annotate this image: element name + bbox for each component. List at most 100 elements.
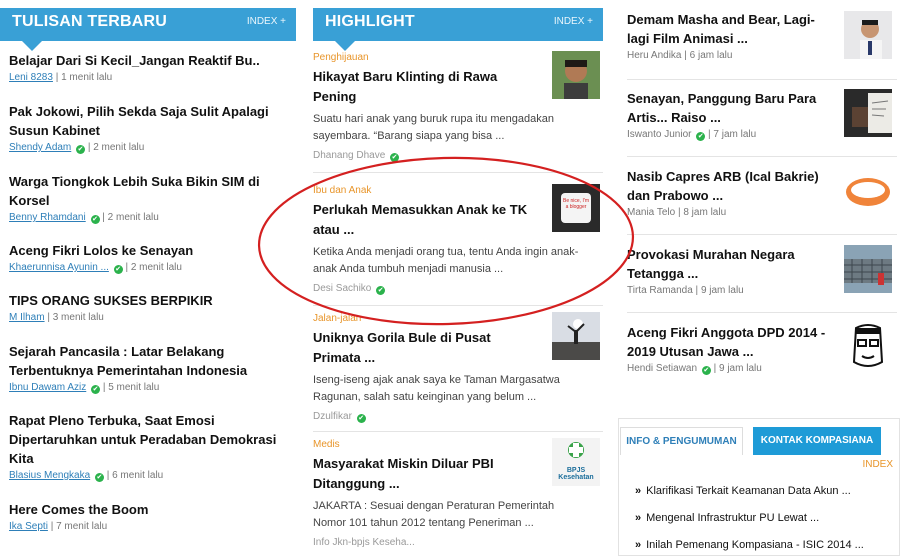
bullet-icon: » <box>635 485 642 497</box>
divider <box>627 156 897 157</box>
author-name[interactable]: Desi Sachiko <box>313 283 371 294</box>
author-link[interactable]: Blasius Mengkaka <box>9 470 90 481</box>
wristband-photo-thumbnail[interactable] <box>844 168 892 216</box>
author-name[interactable]: Hendi Setiawan <box>627 363 697 374</box>
post-title[interactable]: Aceng Fikri Lolos ke Senayan <box>9 241 294 260</box>
highlight-title-link[interactable]: Perlukah Memasukkan Anak ke TK atau ... <box>313 200 538 240</box>
sunset-photo-thumbnail[interactable] <box>552 312 600 360</box>
list-item[interactable]: TIPS ORANG SUKSES BERPIKIR M Ilham | 3 m… <box>9 291 294 325</box>
post-title[interactable]: Nasib Capres ARB (Ical Bakrie) dan Prabo… <box>627 167 837 205</box>
highlight-title-link[interactable]: Uniknya Gorila Bule di Pusat Primata ... <box>313 328 538 368</box>
post-time: 2 menit lalu <box>93 142 145 153</box>
list-item[interactable]: Warga Tiongkok Lebih Suka Bikin SIM di K… <box>9 172 294 225</box>
author-link[interactable]: Khaerunnisa Ayunin ... <box>9 262 109 273</box>
post-time: 5 menit lalu <box>108 382 160 393</box>
author-link[interactable]: Ibnu Dawam Aziz <box>9 382 86 393</box>
tab-kontak-kompasiana[interactable]: KONTAK KOMPASIANA <box>753 427 881 455</box>
post-time: 1 menit lalu <box>61 72 113 83</box>
post-title[interactable]: Aceng Fikri Anggota DPD 2014 - 2019 Utus… <box>627 323 837 361</box>
list-item[interactable]: Rapat Pleno Terbuka, Saat Emosi Dipertar… <box>9 411 294 483</box>
post-time: 9 jam lalu <box>718 363 762 374</box>
verified-icon: ✔ <box>376 286 386 295</box>
announcement-item[interactable]: » Inilah Pemenang Kompasiana - ISIC 2014 … <box>635 539 864 551</box>
author-name[interactable]: Dhanang Dhave <box>313 150 385 161</box>
post-time: 8 jam lalu <box>683 207 727 218</box>
latest-posts-header: TULISAN TERBARU INDEX + <box>0 8 296 51</box>
author-name[interactable]: Iswanto Junior <box>627 129 691 140</box>
highlight-header: HIGHLIGHT INDEX + <box>313 8 603 51</box>
building-photo-thumbnail[interactable] <box>844 245 892 293</box>
announcements-index-link[interactable]: INDEX <box>862 459 893 470</box>
bullet-icon: » <box>635 512 642 524</box>
divider <box>313 172 603 173</box>
post-title[interactable]: Pak Jokowi, Pilih Sekda Saja Sulit Apala… <box>9 102 294 140</box>
cartoon-face-thumbnail[interactable] <box>844 322 892 370</box>
announcement-link[interactable]: Inilah Pemenang Kompasiana - ISIC 2014 .… <box>646 539 864 551</box>
author-link[interactable]: Benny Rhamdani <box>9 212 86 223</box>
writing-photo-thumbnail[interactable] <box>844 89 892 137</box>
post-title[interactable]: TIPS ORANG SUKSES BERPIKIR <box>9 291 294 310</box>
post-title[interactable]: Here Comes the Boom <box>9 500 294 519</box>
author-name[interactable]: Info Jkn-bpjs Keseha... <box>313 537 415 548</box>
highlight-title-link[interactable]: Masyarakat Miskin Diluar PBI Ditanggung … <box>313 454 538 494</box>
divider <box>627 234 897 235</box>
post-title[interactable]: Provokasi Murahan Negara Tetangga ... <box>627 245 837 283</box>
author-name[interactable]: Tirta Ramanda <box>627 285 693 296</box>
post-time: 7 menit lalu <box>56 521 108 532</box>
post-time: 9 jam lalu <box>700 285 744 296</box>
verified-icon: ✔ <box>390 153 400 162</box>
info-tabs-box: INFO & PENGUMUMAN KONTAK KOMPASIANA INDE… <box>618 418 900 556</box>
mug-text: Be nice, I'm a blogger <box>563 198 589 210</box>
person-photo-thumbnail[interactable] <box>552 51 600 99</box>
divider <box>627 312 897 313</box>
author-link[interactable]: Leni 8283 <box>9 72 53 83</box>
highlight-title-link[interactable]: Hikayat Baru Klinting di Rawa Pening <box>313 67 538 107</box>
post-title[interactable]: Rapat Pleno Terbuka, Saat Emosi Dipertar… <box>9 411 294 468</box>
announcement-link[interactable]: Klarifikasi Terkait Keamanan Data Akun .… <box>646 485 851 497</box>
highlight-excerpt: Ketika Anda menjadi orang tua, tentu And… <box>313 246 579 275</box>
verified-icon: ✔ <box>90 215 100 224</box>
bullet-icon: » <box>635 539 642 551</box>
announcement-item[interactable]: » Mengenal Infrastruktur PU Lewat ... <box>635 512 819 524</box>
announcement-link[interactable]: Mengenal Infrastruktur PU Lewat ... <box>646 512 819 524</box>
tab-info-pengumuman[interactable]: INFO & PENGUMUMAN <box>620 427 743 455</box>
post-title[interactable]: Senayan, Panggung Baru Para Artis... Rai… <box>627 89 837 127</box>
verified-icon: ✔ <box>113 265 123 274</box>
post-time: 6 jam lalu <box>689 50 733 61</box>
latest-posts-index-link[interactable]: INDEX + <box>247 16 286 27</box>
list-item[interactable]: Aceng Fikri Lolos ke Senayan Khaerunnisa… <box>9 241 294 275</box>
verified-icon: ✔ <box>701 366 711 375</box>
divider <box>313 305 603 306</box>
author-link[interactable]: Shendy Adam <box>9 142 71 153</box>
post-title[interactable]: Belajar Dari Si Kecil_Jangan Reaktif Bu.… <box>9 51 294 70</box>
author-name[interactable]: Mania Telo <box>627 207 675 218</box>
highlight-excerpt: Suatu hari anak yang buruk rupa itu meng… <box>313 113 554 142</box>
post-title[interactable]: Sejarah Pancasila : Latar Belakang Terbe… <box>9 342 294 380</box>
latest-posts-title: TULISAN TERBARU <box>12 13 167 30</box>
verified-icon: ✔ <box>76 145 86 154</box>
author-name[interactable]: Heru Andika <box>627 50 681 61</box>
highlight-index-link[interactable]: INDEX + <box>554 16 593 27</box>
header-notch <box>335 41 355 51</box>
mug-photo-thumbnail[interactable]: Be nice, I'm a blogger <box>552 184 600 232</box>
list-item[interactable]: Here Comes the Boom Ika Septi | 7 menit … <box>9 500 294 534</box>
post-time: 7 jam lalu <box>713 129 757 140</box>
post-title[interactable]: Warga Tiongkok Lebih Suka Bikin SIM di K… <box>9 172 294 210</box>
post-title[interactable]: Demam Masha and Bear, Lagi-lagi Film Ani… <box>627 10 837 48</box>
author-link[interactable]: M Ilham <box>9 312 45 323</box>
highlight-column: HIGHLIGHT INDEX + Penghijauan Hikayat Ba… <box>313 0 603 548</box>
author-link[interactable]: Ika Septi <box>9 521 48 532</box>
header-notch <box>22 41 42 51</box>
man-photo-thumbnail[interactable] <box>844 11 892 59</box>
list-item[interactable]: Belajar Dari Si Kecil_Jangan Reaktif Bu.… <box>9 51 294 85</box>
verified-icon: ✔ <box>356 414 366 423</box>
post-time: 3 menit lalu <box>52 312 104 323</box>
list-item[interactable]: Sejarah Pancasila : Latar Belakang Terbe… <box>9 342 294 395</box>
author-name[interactable]: Dzulfikar <box>313 411 352 422</box>
announcement-item[interactable]: » Klarifikasi Terkait Keamanan Data Akun … <box>635 485 851 497</box>
list-item[interactable]: Pak Jokowi, Pilih Sekda Saja Sulit Apala… <box>9 102 294 155</box>
bpjs-logo-text: BPJS Kesehatan <box>558 467 594 481</box>
post-time: 6 menit lalu <box>112 470 164 481</box>
latest-posts-column: TULISAN TERBARU INDEX + Belajar Dari Si … <box>0 0 296 532</box>
bpjs-logo-thumbnail[interactable]: BPJS Kesehatan <box>552 438 600 486</box>
